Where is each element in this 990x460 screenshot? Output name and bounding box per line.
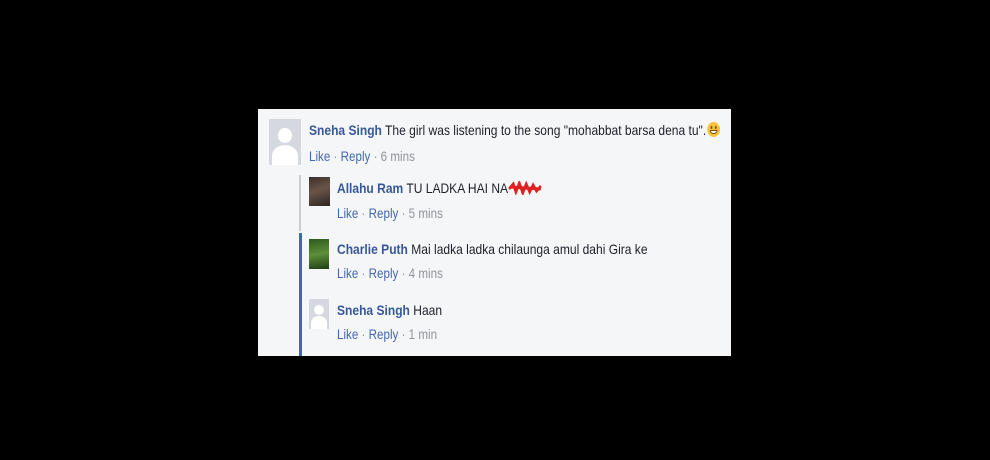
default-avatar-icon[interactable] — [269, 119, 301, 165]
reply-thread-rail-active — [299, 233, 302, 356]
timestamp[interactable]: 4 mins — [409, 266, 443, 281]
reply-button[interactable]: Reply — [341, 149, 371, 164]
reply-author[interactable]: Sneha Singh — [337, 302, 410, 318]
profile-photo[interactable] — [309, 239, 329, 269]
reply-author[interactable]: Charlie Puth — [337, 241, 408, 257]
separator: · — [361, 206, 366, 221]
reply-text-line: Charlie Puth Mai ladka ladka chilaunga a… — [337, 241, 648, 257]
comment-author[interactable]: Sneha Singh — [309, 122, 382, 138]
reply-body: Haan — [413, 302, 443, 318]
separator: · — [373, 149, 378, 164]
separator: · — [361, 266, 366, 281]
timestamp[interactable]: 6 mins — [381, 149, 415, 164]
reply-actions: Like · Reply · 5 mins — [337, 206, 443, 221]
comment-text-line: Sneha Singh The girl was listening to th… — [309, 122, 720, 138]
reply-actions: Like · Reply · 4 mins — [337, 266, 443, 281]
timestamp[interactable]: 1 min — [409, 327, 437, 342]
reply-thread-rail — [299, 175, 301, 231]
reply-body: TU LADKA HAI NA — [406, 180, 509, 196]
reply-button[interactable]: Reply — [369, 206, 399, 221]
reply-author[interactable]: Allahu Ram — [337, 180, 403, 196]
like-button[interactable]: Like — [337, 327, 358, 342]
grinning-emoji-icon — [707, 122, 720, 137]
default-avatar-icon[interactable] — [309, 299, 329, 329]
like-button[interactable]: Like — [309, 149, 330, 164]
separator: · — [401, 327, 406, 342]
reply-button[interactable]: Reply — [369, 266, 399, 281]
comment-thread: Sneha Singh The girl was listening to th… — [258, 109, 731, 356]
reply-text-line: Allahu Ram TU LADKA HAI NA — [337, 180, 542, 196]
like-button[interactable]: Like — [337, 266, 358, 281]
like-button[interactable]: Like — [337, 206, 358, 221]
profile-photo[interactable] — [309, 177, 330, 206]
separator: · — [361, 327, 366, 342]
separator: · — [401, 206, 406, 221]
reply-text-line: Sneha Singh Haan — [337, 302, 442, 318]
comment-body: The girl was listening to the song "moha… — [385, 122, 707, 138]
separator: · — [401, 266, 406, 281]
reply-actions: Like · Reply · 1 min — [337, 327, 437, 342]
separator: · — [333, 149, 338, 164]
reply-button[interactable]: Reply — [369, 327, 399, 342]
censor-scribble-icon — [508, 181, 542, 195]
reply-body: Mai ladka ladka chilaunga amul dahi Gira… — [411, 241, 648, 257]
timestamp[interactable]: 5 mins — [409, 206, 443, 221]
comment-actions: Like · Reply · 6 mins — [309, 149, 415, 164]
